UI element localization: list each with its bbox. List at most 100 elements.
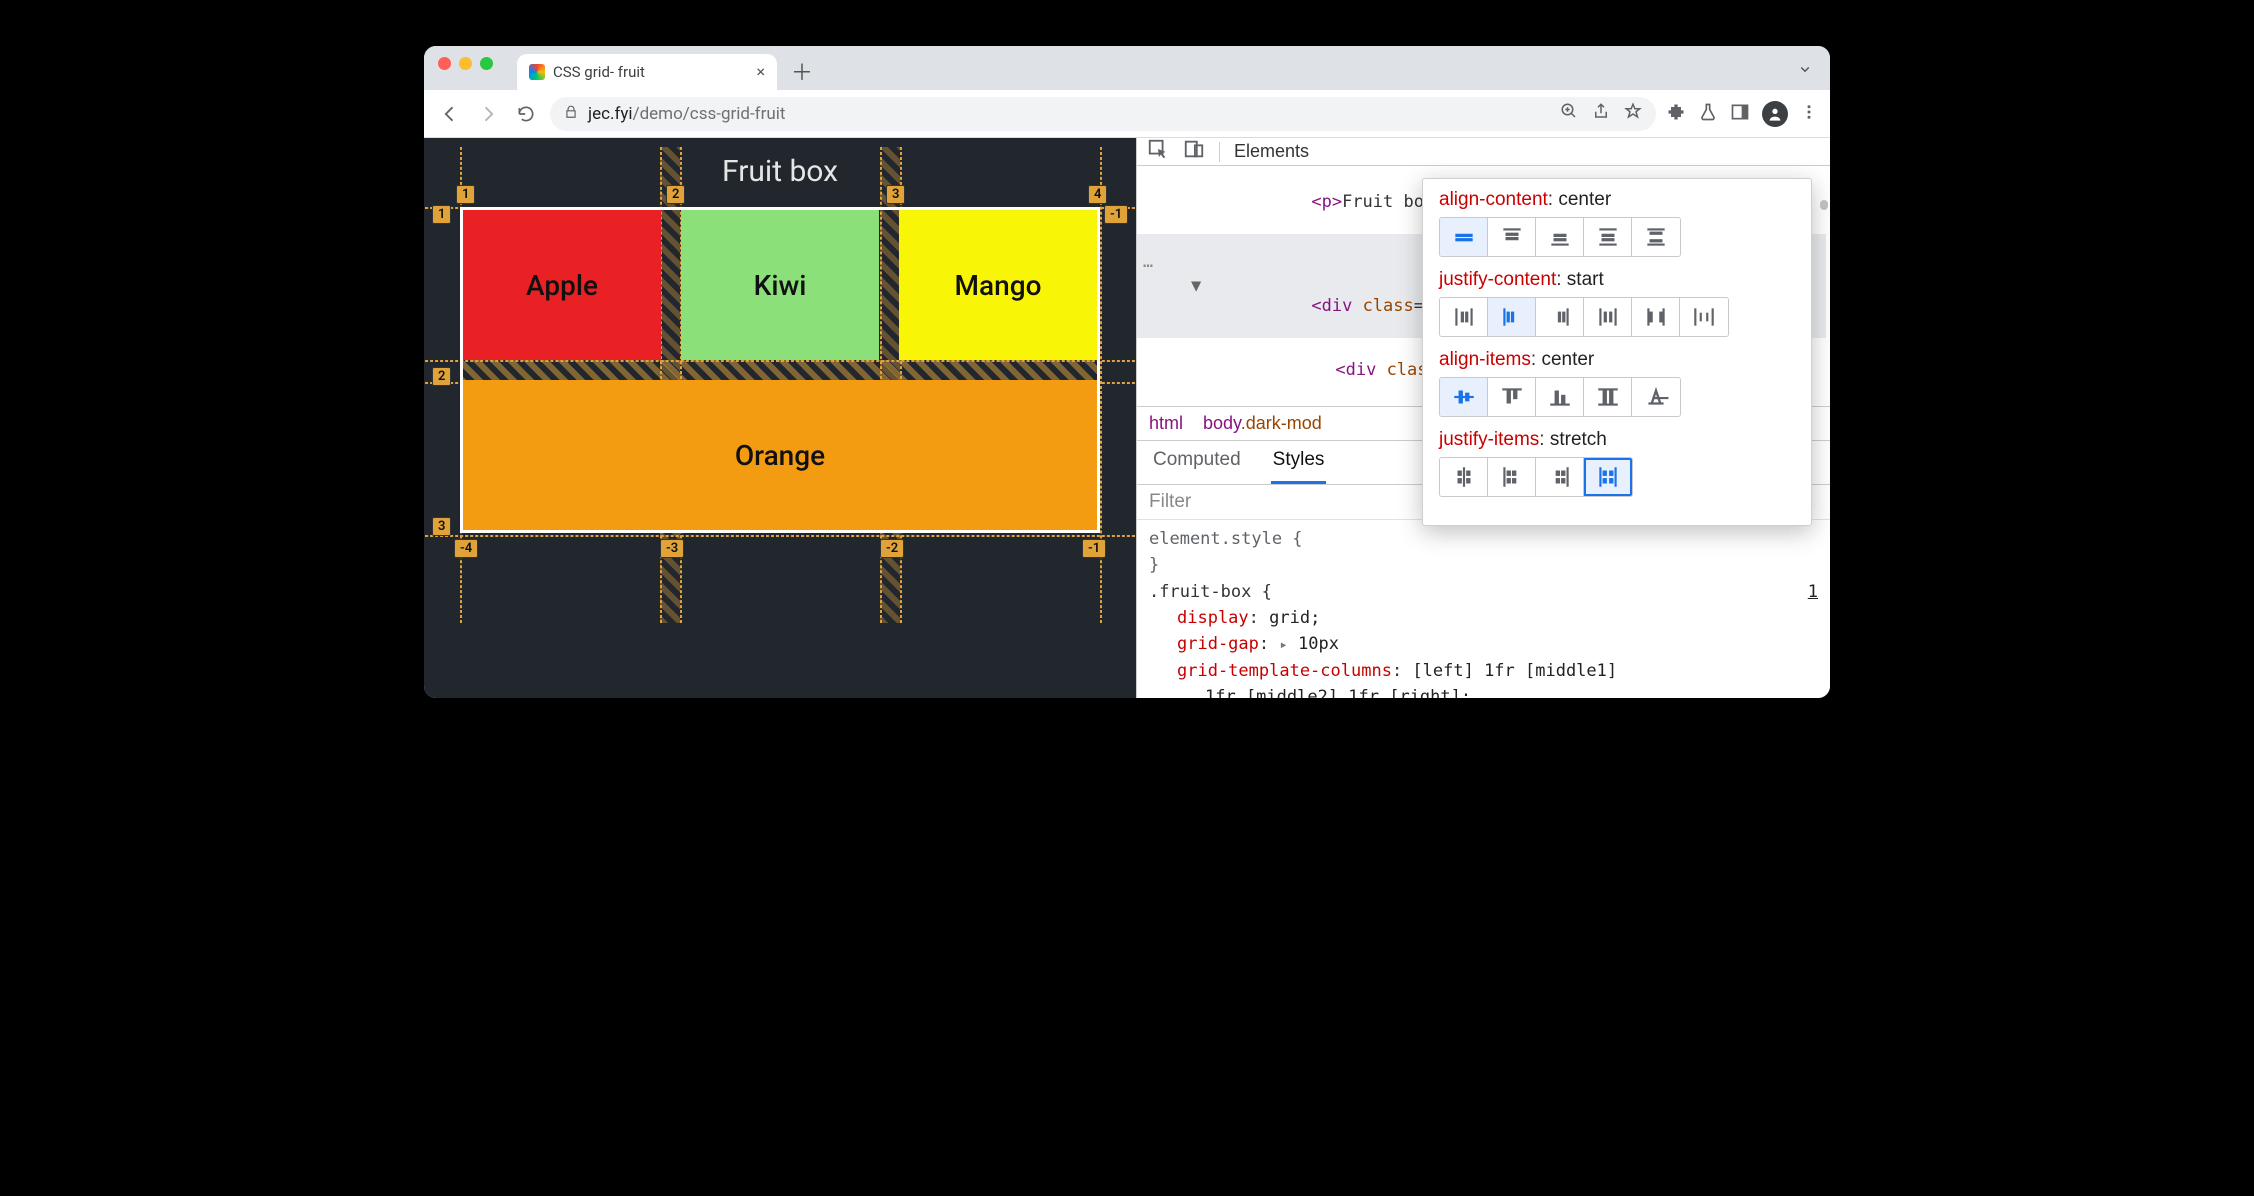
css-prop[interactable]: display <box>1177 608 1249 628</box>
alignment-editor-popover: align-content: centerjustify-content: st… <box>1422 178 1812 526</box>
rule-selector: .fruit-box { <box>1149 579 1272 605</box>
align-option-ji-end[interactable] <box>1536 458 1584 496</box>
fruit-grid: Apple Kiwi Mango Orange <box>460 207 1100 533</box>
rule-selector: element.style { <box>1149 529 1303 549</box>
popover-val: center <box>1558 189 1611 210</box>
address-bar[interactable]: jec.fyi/demo/css-grid-fruit <box>550 97 1656 131</box>
align-option-jc-evenly[interactable] <box>1680 298 1728 336</box>
align-option-ac-between[interactable] <box>1632 218 1680 256</box>
devtools-top-tabs: Elements <box>1137 138 1830 166</box>
reload-button[interactable] <box>512 100 540 128</box>
browser-tab[interactable]: CSS grid- fruit × <box>517 54 777 90</box>
grid-line-label: 2 <box>666 185 685 204</box>
align-option-ai-center[interactable] <box>1440 378 1488 416</box>
align-option-ai-stretch[interactable] <box>1584 378 1632 416</box>
grid-overlay: Apple Kiwi Mango Orange 1 2 3 4 1 2 -1 3… <box>460 207 1100 533</box>
cell-label: Orange <box>735 439 825 472</box>
zoom-icon[interactable] <box>1560 102 1578 125</box>
labs-icon[interactable] <box>1698 102 1718 126</box>
grid-line-label: -4 <box>454 539 478 558</box>
crumb-body[interactable]: body.dark-mod <box>1203 413 1322 434</box>
popover-prop: justify-content <box>1439 269 1556 290</box>
tab-title: CSS grid- fruit <box>553 63 645 81</box>
align-option-ac-around[interactable] <box>1584 218 1632 256</box>
css-val[interactable]: grid; <box>1269 608 1320 628</box>
align-option-jc-start[interactable] <box>1488 298 1536 336</box>
align-option-jc-between[interactable] <box>1632 298 1680 336</box>
maximize-window-button[interactable] <box>480 57 493 70</box>
tab-computed[interactable]: Computed <box>1151 441 1243 484</box>
extension-icons <box>1666 101 1818 127</box>
grid-line-label: -1 <box>1082 539 1106 558</box>
popover-prop: align-content <box>1439 189 1548 210</box>
popover-row-justify-items: justify-items: stretch <box>1439 429 1795 497</box>
css-prop[interactable]: grid-gap <box>1177 634 1259 654</box>
profile-avatar[interactable] <box>1762 101 1788 127</box>
align-option-ai-end[interactable] <box>1536 378 1584 416</box>
popover-prop: align-items <box>1439 349 1531 370</box>
grid-line-label: 2 <box>432 367 451 386</box>
page-heading: Fruit box <box>448 154 1112 189</box>
kebab-menu-icon[interactable] <box>1800 103 1818 125</box>
crumb-html[interactable]: html <box>1149 413 1183 434</box>
align-option-ji-center[interactable] <box>1440 458 1488 496</box>
popover-button-row <box>1439 217 1681 257</box>
grid-line-label: 3 <box>432 517 451 536</box>
device-toggle-icon[interactable] <box>1183 138 1205 165</box>
filter-placeholder: Filter <box>1149 491 1191 512</box>
browser-toolbar: jec.fyi/demo/css-grid-fruit <box>424 90 1830 138</box>
tab-strip: CSS grid- fruit × ＋ <box>424 46 1830 90</box>
back-button[interactable] <box>436 100 464 128</box>
grid-line-label: -2 <box>880 539 904 558</box>
close-window-button[interactable] <box>438 57 451 70</box>
cell-mango: Mango <box>899 210 1097 360</box>
css-val[interactable]: [left] 1fr [middle1] <box>1412 661 1617 681</box>
cell-label: Kiwi <box>754 269 807 302</box>
minimize-window-button[interactable] <box>459 57 472 70</box>
expand-shorthand-icon[interactable]: ▸ <box>1279 637 1287 653</box>
inspect-icon[interactable] <box>1147 138 1169 165</box>
grid-line-label: 4 <box>1088 185 1107 204</box>
tab-overflow-button[interactable] <box>1796 60 1814 82</box>
grid-line-label: 1 <box>456 185 475 204</box>
new-tab-button[interactable]: ＋ <box>787 56 817 86</box>
close-tab-icon[interactable]: × <box>756 64 765 80</box>
popover-button-row <box>1439 297 1729 337</box>
rule-close: } <box>1149 555 1159 575</box>
css-val[interactable]: 1fr [middle2] 1fr [right]; <box>1205 687 1471 698</box>
favicon-icon <box>529 64 545 80</box>
tab-elements[interactable]: Elements <box>1234 141 1309 162</box>
url-text: jec.fyi/demo/css-grid-fruit <box>588 104 785 124</box>
content-area: Fruit box Apple Kiwi Mango <box>424 138 1830 698</box>
popover-val: center <box>1541 349 1594 370</box>
align-option-ac-start[interactable] <box>1488 218 1536 256</box>
popover-val: stretch <box>1550 429 1607 450</box>
star-icon[interactable] <box>1624 102 1642 125</box>
expand-arrow-icon[interactable]: ▼ <box>1191 276 1201 296</box>
align-option-ai-baseline[interactable] <box>1632 378 1680 416</box>
browser-window: CSS grid- fruit × ＋ jec.fyi/demo/css-gri… <box>424 46 1830 698</box>
extensions-icon[interactable] <box>1666 102 1686 126</box>
tab-styles[interactable]: Styles <box>1271 441 1327 484</box>
grid-line-label: -3 <box>660 539 684 558</box>
share-icon[interactable] <box>1592 102 1610 125</box>
css-prop[interactable]: grid-template-columns <box>1177 661 1392 681</box>
source-link[interactable]: 1 <box>1808 579 1818 605</box>
grid-line-label: -1 <box>1104 205 1128 224</box>
popover-prop: justify-items <box>1439 429 1539 450</box>
align-option-ji-start[interactable] <box>1488 458 1536 496</box>
grid-line-label: 3 <box>886 185 905 204</box>
align-option-ac-center[interactable] <box>1440 218 1488 256</box>
align-option-jc-around[interactable] <box>1584 298 1632 336</box>
styles-pane[interactable]: element.style { } .fruit-box { 1 display… <box>1137 520 1830 698</box>
css-val[interactable]: 10px <box>1298 634 1339 654</box>
align-option-ai-start[interactable] <box>1488 378 1536 416</box>
forward-button[interactable] <box>474 100 502 128</box>
popover-button-row <box>1439 377 1681 417</box>
align-option-ac-end[interactable] <box>1536 218 1584 256</box>
more-icon[interactable]: ⋯ <box>1143 256 1153 276</box>
panel-icon[interactable] <box>1730 102 1750 126</box>
align-option-ji-stretch[interactable] <box>1584 458 1632 496</box>
align-option-jc-center[interactable] <box>1440 298 1488 336</box>
align-option-jc-end[interactable] <box>1536 298 1584 336</box>
